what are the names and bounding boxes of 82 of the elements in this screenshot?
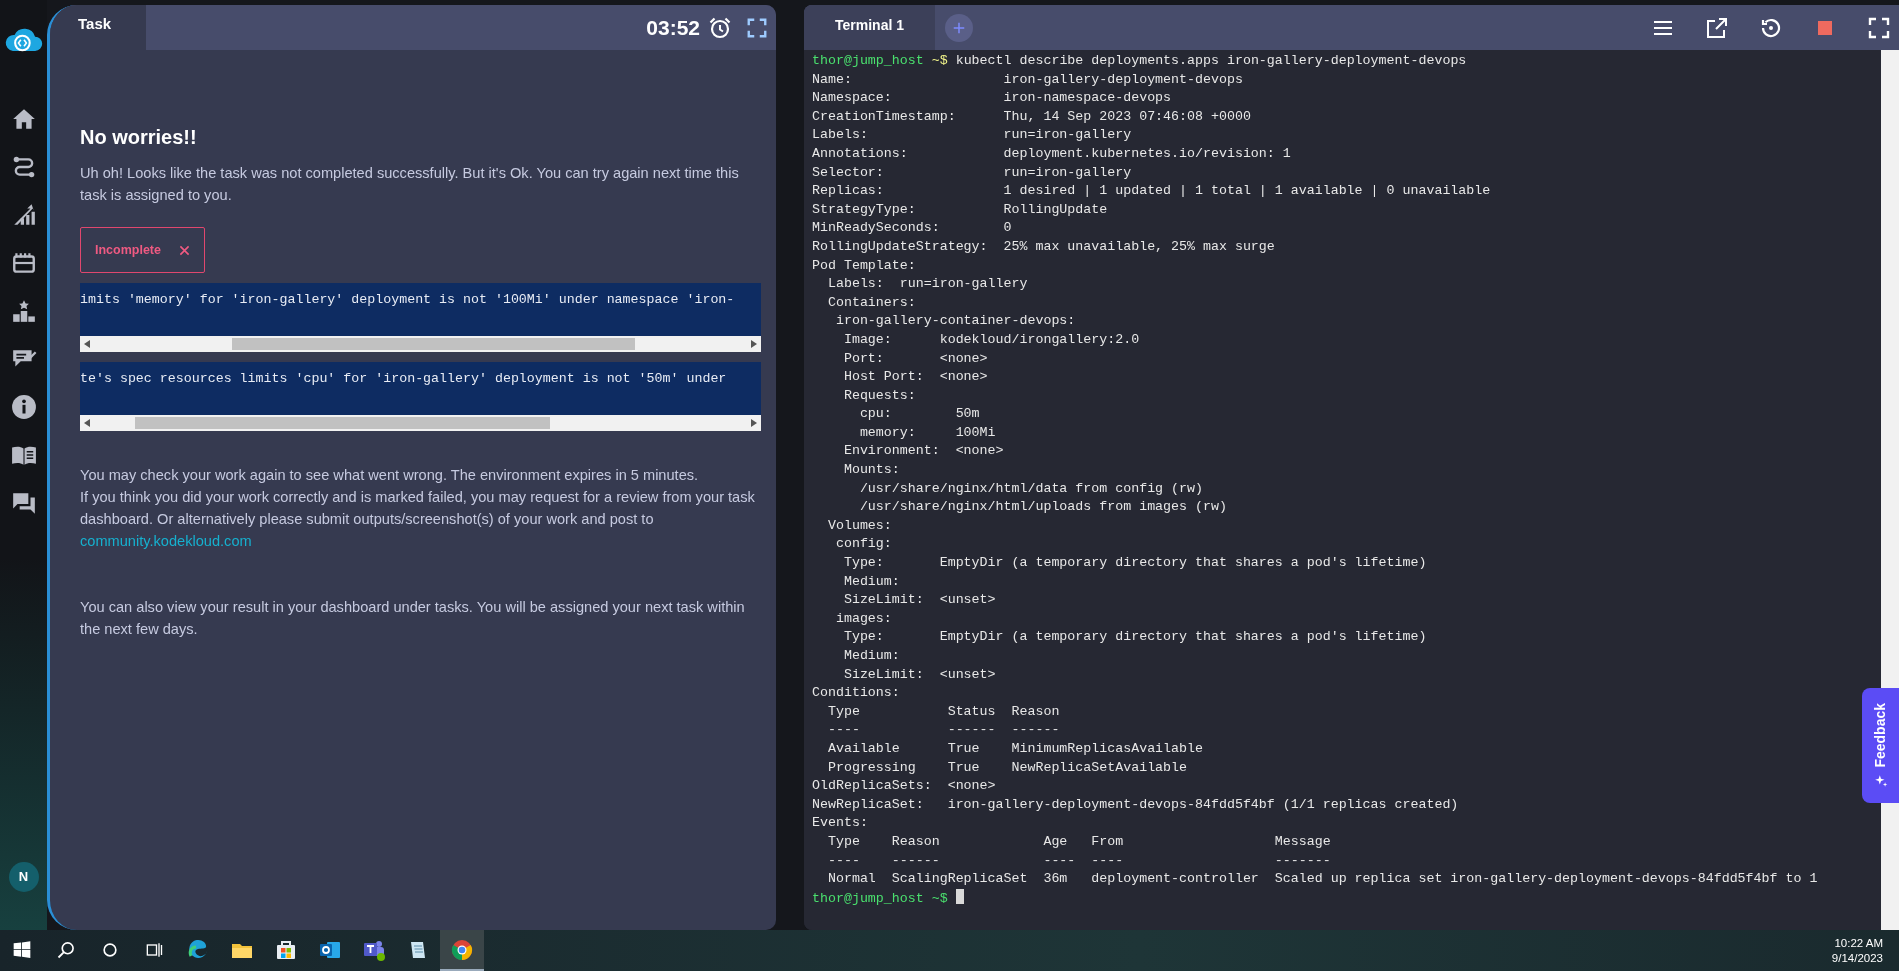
- plus-icon: [952, 21, 966, 35]
- terminal-line: cpu: 50m: [858, 405, 980, 424]
- chat-icon[interactable]: [10, 490, 37, 516]
- terminal-line: Labels: run=iron-gallery: [812, 126, 1132, 145]
- task-tab[interactable]: Task: [50, 5, 146, 50]
- review-note: You may check your work again to see what went wrong. The environment expires in 5 minutes. If you think you did your work correctly and is marked failed, you may request for a review from your task dashboard. Or alternatively please submit outputs/screenshot(s) of your work and post to community.kodekloud.com: [80, 466, 756, 551]
- terminal-line: Containers:: [826, 293, 916, 312]
- clock-date: 9/14/2023: [1831, 950, 1883, 966]
- message-text: Uh oh! Looks like the task was not completed successfully. But it's Ok. You can try again next time this task is assigned to you.: [80, 164, 740, 205]
- browser-icon: [450, 937, 474, 962]
- terminal-tab[interactable]: Terminal 1: [804, 5, 935, 50]
- terminal-line: Namespace: iron-namespace-devops: [812, 89, 1172, 108]
- feedback-tab[interactable]: Feedback: [1862, 688, 1899, 803]
- scroll-right-icon[interactable]: [751, 419, 757, 427]
- calendar-icon[interactable]: [10, 250, 37, 276]
- terminal-line: thor@jump_host ~$ kubectl describe deployments.apps iron-gallery-deployment-devops: [812, 52, 1467, 70]
- scroll-left-icon[interactable]: [84, 419, 90, 427]
- terminal-line: Selector: run=iron-gallery: [812, 163, 1132, 182]
- footer-text: You can also view your result in your dashboard under tasks. You will be assigned your next task within the next few days.: [80, 598, 746, 639]
- terminal-line: NewReplicaSet: iron-gallery-deployment-devops-84fdd5f4bf (1/1 replicas created): [812, 795, 1459, 814]
- scroll-right-icon[interactable]: [751, 340, 757, 348]
- terminal-line: Name: iron-gallery-deployment-devops: [812, 70, 1243, 89]
- terminal-line: CreationTimestamp: Thu, 14 Sep 2023 07:46:08 +0000: [812, 107, 1251, 126]
- terminal-line: Progressing True NewReplicaSetAvailable: [826, 758, 1188, 777]
- status-badge: Incomplete: [80, 227, 205, 273]
- terminal-line: OldReplicaSets: <none>: [812, 777, 996, 796]
- terminal-line: Type: EmptyDir (a temporary directory that shares a pod's lifetime): [842, 554, 1427, 573]
- terminal-line: Medium:: [842, 647, 900, 665]
- error-text: imits 'memory' for 'iron-gallery' deployment is not '100Mi' under namespace 'iron-: [80, 283, 761, 336]
- terminal-line: Events:: [812, 814, 868, 833]
- terminal-line: SizeLimit: <unset>: [842, 665, 996, 684]
- timer-text: 03:52: [646, 14, 700, 41]
- terminal-line: Mounts:: [842, 461, 900, 480]
- terminal-line: config:: [834, 535, 892, 554]
- info-icon[interactable]: [10, 394, 37, 420]
- fullscreen-icon[interactable]: [1867, 15, 1891, 40]
- terminal-line: /usr/share/nginx/html/data from config (rw): [858, 479, 1203, 498]
- terminal-line: Available True MinimumReplicasAvailable: [826, 739, 1203, 758]
- heading: No worries!!: [80, 126, 198, 148]
- podium-icon[interactable]: [10, 298, 37, 324]
- terminal-line: ---- ------ ---- ---- -------: [826, 851, 1331, 870]
- prompt-text: thor@jump_host ~$: [812, 890, 948, 906]
- terminal-line: Pod Template:: [812, 256, 916, 275]
- terminal-line: Medium:: [842, 572, 900, 591]
- fullscreen-icon[interactable]: [746, 16, 768, 39]
- terminal-line: Image: kodekloud/irongallery:2.0: [842, 330, 1140, 349]
- horizontal-scrollbar[interactable]: [80, 336, 761, 352]
- windows-icon[interactable]: [12, 939, 32, 960]
- search-icon[interactable]: [56, 939, 76, 960]
- external-link-icon[interactable]: [1705, 15, 1729, 40]
- terminal-line: Type Status Reason: [826, 702, 1060, 721]
- terminal-line: memory: 100Mi: [858, 423, 996, 442]
- user-avatar[interactable]: N: [8, 862, 39, 892]
- terminal-line: MinReadySeconds: 0: [812, 219, 1012, 238]
- terminal-line: iron-gallery-container-devops:: [834, 312, 1076, 331]
- close-icon: [179, 244, 190, 256]
- terminal-line: images:: [834, 609, 892, 628]
- terminal-line: RollingUpdateStrategy: 25% max unavailable, 25% max surge: [812, 237, 1275, 256]
- error-text: te's spec resources limits 'cpu' for 'iron-gallery' deployment is not '50m' under: [80, 362, 761, 415]
- terminal-line: Environment: <none>: [842, 442, 1004, 461]
- terminal-line: Volumes:: [826, 516, 892, 535]
- terminal-line: Type: EmptyDir (a temporary directory that shares a pod's lifetime): [842, 628, 1427, 647]
- sparkle-icon: [1873, 773, 1888, 788]
- terminal-line: Host Port: <none>: [842, 368, 988, 387]
- terminal-line: StrategyType: RollingUpdate: [812, 200, 1108, 219]
- clock-time: 10:22 AM: [1833, 935, 1883, 951]
- terminal-line: Port: <none>: [842, 349, 988, 368]
- community-link[interactable]: community.kodekloud.com: [80, 533, 252, 549]
- terminal-line: Labels: run=iron-gallery: [826, 275, 1028, 294]
- terminal-line: SizeLimit: <unset>: [842, 591, 996, 610]
- terminal-line: Conditions:: [812, 684, 900, 703]
- terminal-line: Type Reason Age From Message: [826, 832, 1331, 851]
- terminal-line: Normal ScalingReplicaSet 36m deployment-controller Scaled up replica set iron-gallery-deployment-devops-84fdd5f4bf to 1: [826, 870, 1818, 889]
- alarm-clock-icon: [708, 15, 732, 40]
- horizontal-scrollbar[interactable]: [80, 415, 761, 431]
- terminal-line: /usr/share/nginx/html/uploads from images (rw): [858, 498, 1227, 517]
- taskbar-app[interactable]: [440, 930, 484, 971]
- terminal-line: ---- ------ ------: [826, 721, 1060, 740]
- scroll-left-icon[interactable]: [84, 340, 90, 348]
- terminal-line: Replicas: 1 desired | 1 updated | 1 total | 1 available | 0 unavailable: [812, 182, 1491, 201]
- terminal-line: Annotations: deployment.kubernetes.io/revision: 1: [812, 144, 1291, 163]
- terminal-line: Requests:: [842, 386, 916, 405]
